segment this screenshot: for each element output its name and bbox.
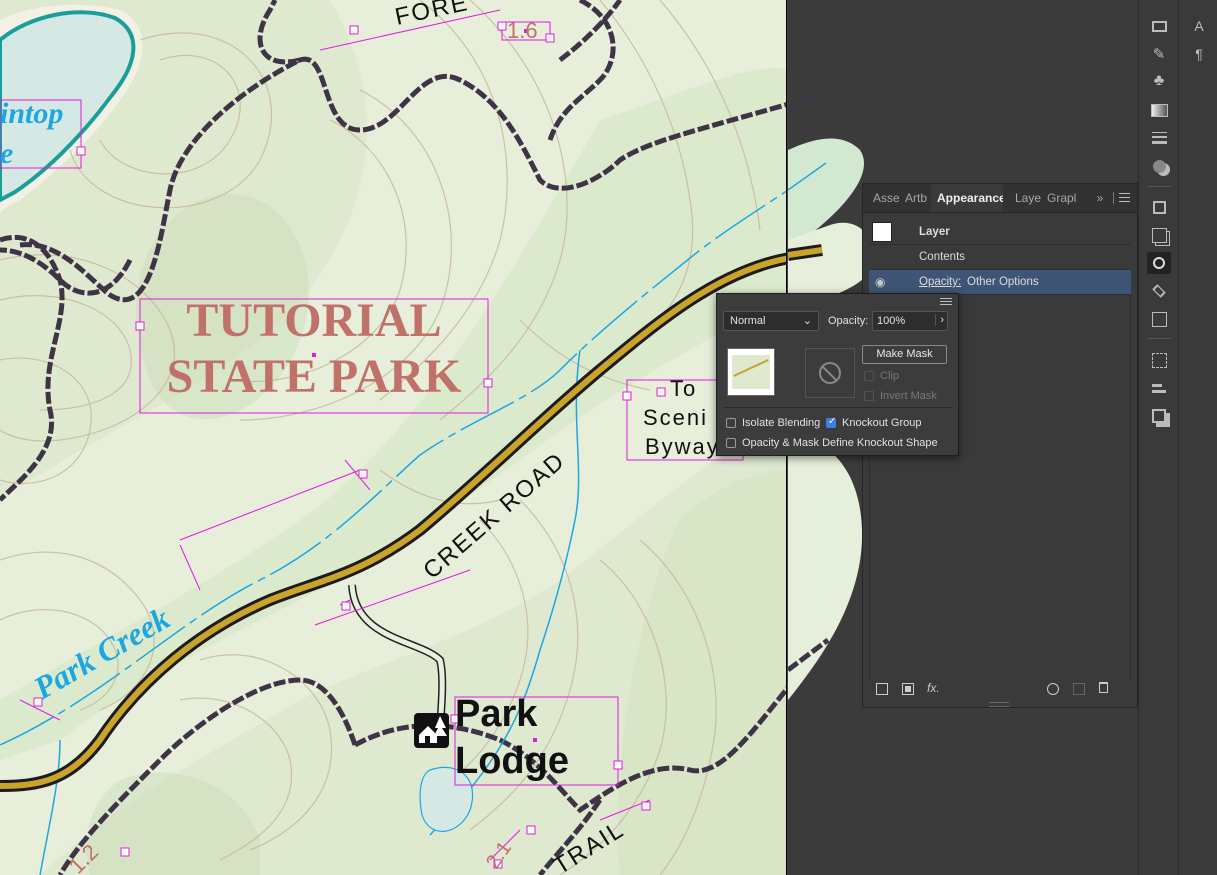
tab-assets[interactable]: Asse <box>867 184 899 212</box>
resize-grip-icon[interactable] <box>989 702 1009 707</box>
transform-icon[interactable] <box>1147 349 1171 371</box>
pathfinder-icon[interactable] <box>1147 405 1171 427</box>
chevron-right-icon[interactable]: › <box>935 314 944 326</box>
tab-appearance[interactable]: Appearance <box>931 184 1003 212</box>
tab-graphic-styles[interactable]: Grapl <box>1041 184 1077 212</box>
artwork-thumbnail[interactable] <box>727 348 775 396</box>
asset-export-icon[interactable] <box>1147 308 1171 330</box>
opacity-mask-knockout-label: Opacity & Mask Define Knockout Shape <box>742 437 938 449</box>
dock-divider <box>1147 186 1171 187</box>
lodge-label-line2: Lodge <box>455 740 569 782</box>
appearance-row-layer[interactable]: Layer <box>869 220 1131 245</box>
appearance-row-opacity[interactable]: ◉ Opacity: Other Options <box>869 270 1131 295</box>
appearance-icon[interactable] <box>1147 252 1171 274</box>
gradient-icon[interactable] <box>1147 99 1171 121</box>
symbols-icon[interactable]: ♣ <box>1147 70 1171 92</box>
lodge-icon <box>414 713 449 748</box>
layer-thumbnail <box>872 222 892 242</box>
appearance-row-contents[interactable]: Contents <box>869 245 1131 270</box>
invert-mask-checkbox[interactable] <box>864 391 874 401</box>
libraries-icon[interactable] <box>1147 15 1171 37</box>
character-styles-icon[interactable]: A <box>1187 15 1211 37</box>
map-artboard[interactable]: TUTORIAL STATE PARK intop e Park Creek C… <box>0 0 787 875</box>
tab-divider <box>1113 192 1114 204</box>
checkmark-icon: ✓ <box>828 416 837 427</box>
isolate-blending-label: Isolate Blending <box>742 417 821 429</box>
clip-checkbox[interactable] <box>864 371 874 381</box>
duplicate-icon[interactable] <box>902 683 914 695</box>
blend-mode-value: Normal <box>730 315 766 327</box>
opacity-link[interactable]: Opacity: <box>919 270 961 294</box>
paragraph-styles-icon[interactable]: ¶ <box>1187 43 1211 65</box>
opacity-row-value: Other Options <box>967 276 1039 288</box>
knockout-group-label: Knockout Group <box>842 417 922 429</box>
popup-menu-icon[interactable] <box>940 297 952 307</box>
no-mask-icon <box>819 362 841 384</box>
more-tabs-icon[interactable]: » <box>1091 184 1109 212</box>
export-icon[interactable] <box>1147 196 1171 218</box>
stroke-icon[interactable] <box>1147 127 1171 149</box>
clear-appearance-icon[interactable] <box>1047 683 1059 695</box>
align-icon[interactable] <box>1147 377 1171 399</box>
scenic-label-line2: Sceni <box>643 405 708 430</box>
park-title-line1: TUTORIAL <box>186 294 441 347</box>
lake-label-line2: e <box>0 137 13 170</box>
dock-divider-2 <box>1147 338 1171 339</box>
chevron-down-icon: ⌄ <box>802 315 812 327</box>
mile-marker-1: 1.6 <box>507 18 538 43</box>
transparency-popup: Normal ⌄ Opacity: 100% › Make Mask Clip … <box>716 293 959 456</box>
tab-layers[interactable]: Laye <box>1009 184 1041 212</box>
type-panel-icons: A ¶ <box>1178 0 1217 875</box>
layers-icon[interactable] <box>1147 280 1171 302</box>
blend-mode-select[interactable]: Normal ⌄ <box>723 311 819 331</box>
transparency-icon[interactable] <box>1147 155 1171 177</box>
map-artwork: TUTORIAL STATE PARK intop e Park Creek C… <box>0 0 787 875</box>
opacity-label: Opacity: <box>828 315 869 327</box>
scenic-label-line1: To <box>670 376 697 401</box>
opacity-value: 100% <box>877 315 906 327</box>
visibility-eye-icon[interactable]: ◉ <box>875 270 885 294</box>
panel-dock-icons: ✎ ♣ <box>1138 0 1179 875</box>
isolate-blending-checkbox[interactable] <box>726 418 736 428</box>
park-title-line2: STATE PARK <box>167 350 462 403</box>
lodge-label-line1: Park <box>455 693 538 735</box>
mile-marker-2: 2.1 <box>482 837 516 872</box>
lake-label-line1: intop <box>0 97 63 130</box>
new-art-icon[interactable] <box>876 683 888 695</box>
panel-footer: fx. <box>863 680 1137 700</box>
trail-label: TRAIL <box>549 816 629 875</box>
popup-divider <box>723 407 953 408</box>
clip-label: Clip <box>880 370 899 382</box>
artboards-icon[interactable] <box>1147 224 1171 246</box>
brushes-icon[interactable]: ✎ <box>1147 43 1171 65</box>
panel-menu-icon[interactable] <box>1119 193 1130 203</box>
contents-label: Contents <box>919 251 966 263</box>
invert-mask-label: Invert Mask <box>880 390 937 402</box>
panel-tabs: Asse Artb Appearance Laye Grapl » <box>863 184 1137 213</box>
make-mask-button[interactable]: Make Mask <box>862 345 947 364</box>
tab-artboards[interactable]: Artb <box>899 184 931 212</box>
add-icon[interactable] <box>1073 683 1085 695</box>
opacity-mask-knockout-checkbox[interactable] <box>726 438 736 448</box>
scenic-label-line3: Byway <box>645 434 720 459</box>
knockout-group-checkbox[interactable]: ✓ <box>826 416 837 428</box>
layer-label: Layer <box>919 226 950 238</box>
trash-icon[interactable] <box>1099 682 1108 693</box>
fx-icon[interactable]: fx. <box>927 681 940 695</box>
opacity-field[interactable]: 100% › <box>872 311 948 331</box>
mask-thumbnail <box>805 348 855 398</box>
